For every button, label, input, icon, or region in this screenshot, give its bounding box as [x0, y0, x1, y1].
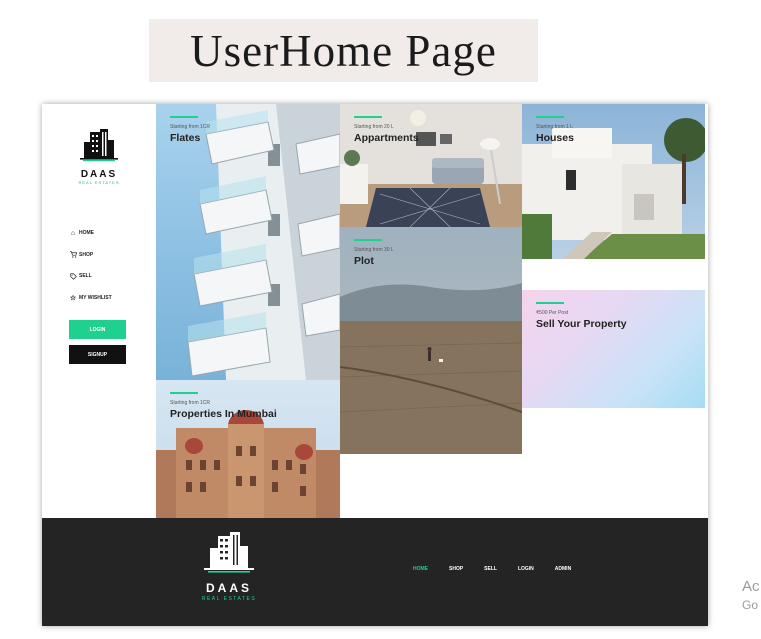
footer-brand-logo[interactable]: DAAS REAL ESTATES	[196, 530, 262, 602]
tile-title: Appartments	[354, 131, 419, 144]
slide: UserHome Page DAAS REAL ESTATES ⌂ HOME S…	[0, 0, 761, 639]
category-tile-sell[interactable]: ₹500 Per Post Sell Your Property	[522, 290, 705, 408]
home-icon: ⌂	[70, 229, 76, 237]
category-tile-appartments[interactable]: Starting from 20 L Appartments	[340, 104, 522, 227]
tile-caption: ₹500 Per Post Sell Your Property	[536, 302, 627, 330]
watermark-line-2: Go	[742, 598, 759, 612]
accent-bar	[170, 392, 198, 394]
category-tile-houses[interactable]: Starting from 1 L Houses	[522, 104, 705, 259]
tile-caption: Starting from 30 L Plot	[354, 239, 394, 267]
accent-bar	[170, 116, 198, 118]
tile-title: Houses	[536, 131, 574, 144]
tile-title: Properties In Mumbai	[170, 407, 277, 420]
accent-bar	[536, 116, 564, 118]
sidebar-item-home[interactable]: ⌂ HOME	[69, 228, 112, 238]
brand-name: DAAS	[80, 169, 118, 180]
category-tile-flates[interactable]: Starting from 1CR Flates	[156, 104, 340, 380]
tile-caption: Starting from 1CR Properties In Mumbai	[170, 392, 277, 420]
footer-link-home[interactable]: HOME	[413, 566, 428, 572]
sidebar-item-label: SHOP	[79, 251, 94, 258]
watermark-line-1: Ac	[742, 578, 760, 595]
accent-bar	[354, 116, 382, 118]
tile-subtitle: Starting from 1CR	[170, 123, 211, 130]
tile-title: Flates	[170, 131, 201, 144]
building-logo-icon	[204, 532, 254, 573]
tile-title: Sell Your Property	[536, 317, 627, 330]
slide-title-box: UserHome Page	[149, 19, 538, 82]
footer-brand-tagline: REAL ESTATES	[201, 596, 257, 602]
footer: DAAS REAL ESTATES HOME SHOP SELL LOGIN A…	[42, 518, 708, 626]
tile-title: Plot	[354, 254, 374, 267]
sidebar: DAAS REAL ESTATES ⌂ HOME SHOP SELL ☆ MY …	[42, 104, 156, 518]
tile-subtitle: Starting from 1 L	[536, 123, 573, 130]
footer-link-shop[interactable]: SHOP	[449, 566, 463, 572]
footer-nav: HOME SHOP SELL LOGIN ADMIN	[413, 566, 592, 572]
footer-brand-name: DAAS	[205, 581, 252, 595]
tile-caption: Starting from 20 L Appartments	[354, 116, 419, 144]
footer-link-admin[interactable]: ADMIN	[555, 566, 571, 572]
accent-bar	[536, 302, 564, 304]
tile-subtitle: Starting from 1CR	[170, 399, 211, 406]
star-icon: ☆	[69, 294, 77, 302]
brand-tagline: REAL ESTATES	[78, 180, 120, 185]
apartment-building-image	[187, 104, 340, 380]
footer-link-sell[interactable]: SELL	[484, 566, 497, 572]
category-tile-mumbai[interactable]: Starting from 1CR Properties In Mumbai	[156, 380, 340, 518]
homepage-screenshot: DAAS REAL ESTATES ⌂ HOME SHOP SELL ☆ MY …	[42, 104, 708, 626]
cart-icon	[69, 251, 77, 259]
tile-subtitle: Starting from 20 L	[354, 123, 394, 130]
tag-icon	[69, 272, 77, 280]
footer-link-login[interactable]: LOGIN	[518, 566, 534, 572]
activate-windows-watermark: Ac Go	[742, 578, 760, 612]
sidebar-item-sell[interactable]: SELL	[69, 271, 112, 281]
sidebar-item-label: HOME	[79, 230, 94, 236]
slide-title: UserHome Page	[190, 25, 497, 76]
signup-button[interactable]: SIGNUP	[69, 345, 126, 364]
sidebar-item-shop[interactable]: SHOP	[69, 250, 112, 260]
tile-caption: Starting from 1CR Flates	[170, 116, 210, 144]
tile-subtitle: Starting from 30 L	[354, 246, 394, 253]
sidebar-item-wishlist[interactable]: ☆ MY WISHLIST	[69, 293, 112, 303]
login-button[interactable]: LOGIN	[69, 320, 126, 339]
building-logo-icon	[80, 129, 118, 162]
accent-bar	[354, 239, 382, 241]
sidebar-nav: ⌂ HOME SHOP SELL ☆ MY WISHLIST	[69, 228, 112, 314]
tile-subtitle: ₹500 Per Post	[536, 309, 569, 316]
tile-caption: Starting from 1 L Houses	[536, 116, 574, 144]
sidebar-item-label: SELL	[79, 273, 92, 280]
sidebar-item-label: MY WISHLIST	[79, 294, 112, 301]
brand-logo[interactable]: DAAS REAL ESTATES	[74, 128, 124, 185]
category-tile-plot[interactable]: Starting from 30 L Plot	[340, 227, 522, 454]
